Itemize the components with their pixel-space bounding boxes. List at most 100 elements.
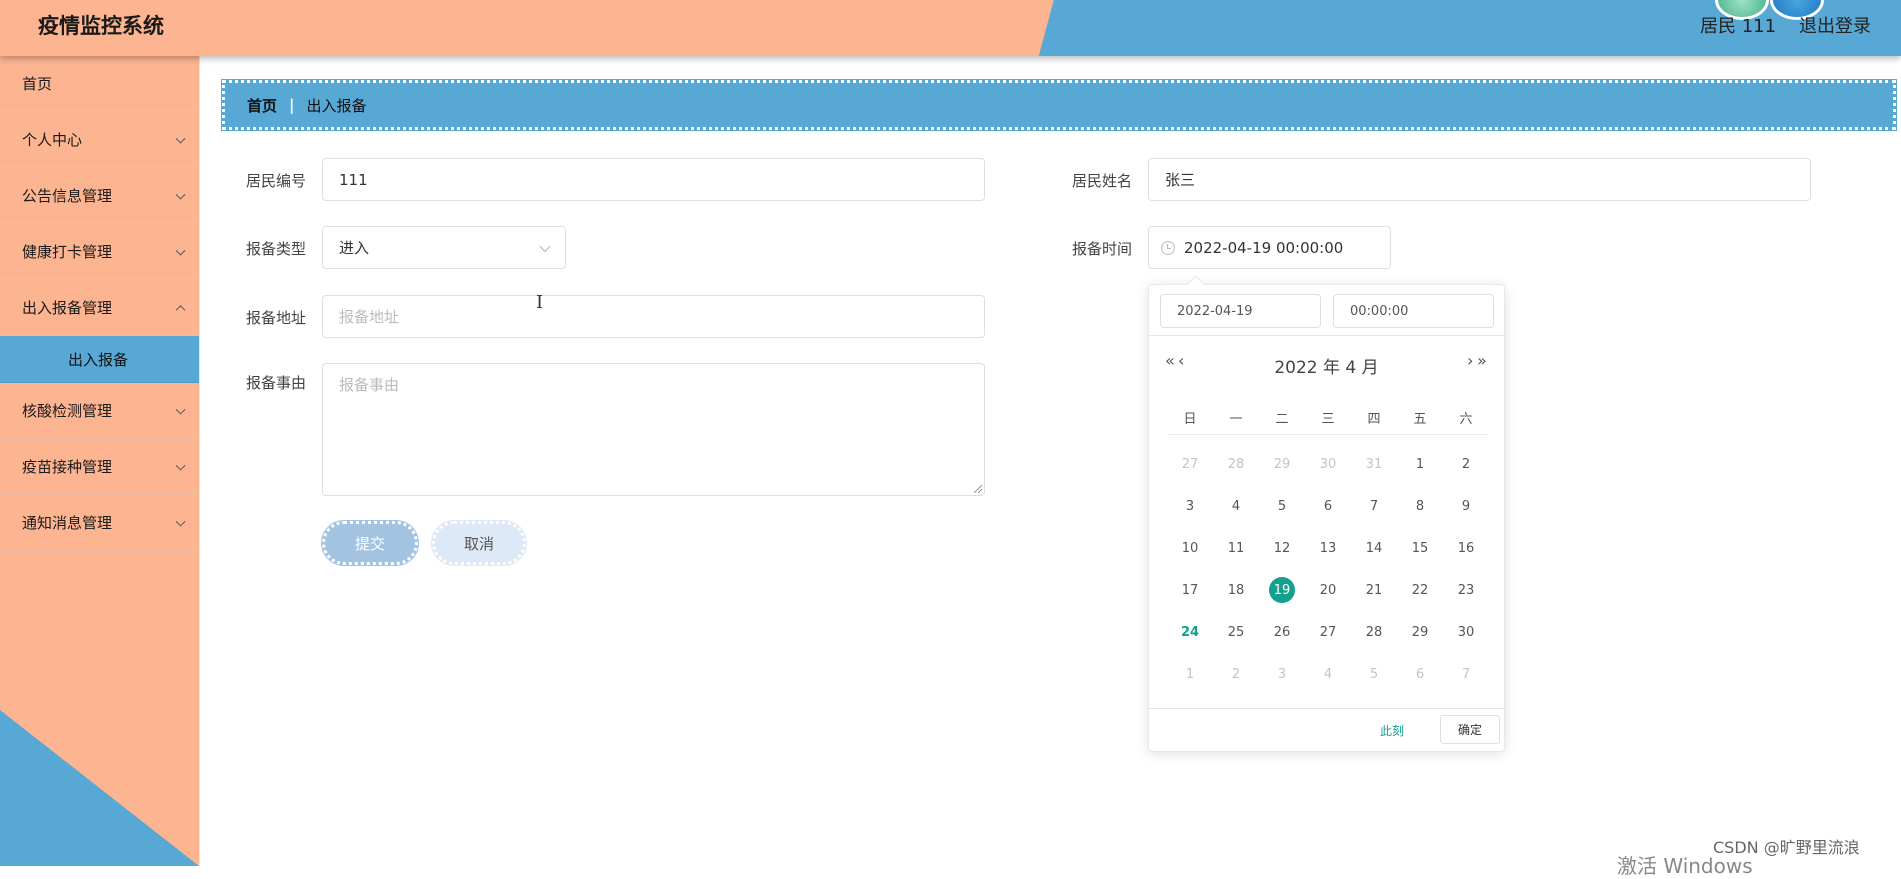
calendar-day[interactable]: 30 [1305, 443, 1351, 485]
sidebar-item-notifications[interactable]: 通知消息管理 [0, 495, 199, 551]
calendar-day[interactable]: 7 [1443, 653, 1489, 695]
weekday-label: 一 [1229, 411, 1243, 427]
sidebar-subitem-entry-exit-report[interactable]: 出入报备 [0, 336, 199, 383]
calendar-day[interactable]: 12 [1259, 527, 1305, 569]
resident-name-input[interactable]: 张三 [1148, 158, 1811, 201]
calendar-day-selected[interactable]: 19 [1259, 569, 1305, 611]
next-month-icon[interactable]: › [1467, 351, 1473, 370]
sidebar-item-announcements[interactable]: 公告信息管理 [0, 168, 199, 224]
sidebar-item-label: 疫苗接种管理 [22, 458, 113, 476]
calendar-day[interactable]: 7 [1351, 485, 1397, 527]
logout-link[interactable]: 退出登录 [1799, 12, 1871, 38]
calendar-day[interactable]: 14 [1351, 527, 1397, 569]
chevron-down-icon [175, 516, 186, 527]
calendar-day[interactable]: 2 [1443, 443, 1489, 485]
sidebar-item-home[interactable]: 首页 [0, 56, 199, 112]
calendar-day[interactable]: 10 [1167, 527, 1213, 569]
calendar-day[interactable]: 5 [1259, 485, 1305, 527]
calendar-day[interactable]: 13 [1305, 527, 1351, 569]
calendar-day[interactable]: 21 [1351, 569, 1397, 611]
calendar-day[interactable]: 30 [1443, 611, 1489, 653]
calendar-week: 24 25 26 27 28 29 30 [1167, 611, 1489, 653]
calendar-day[interactable]: 1 [1397, 443, 1443, 485]
calendar-day[interactable]: 4 [1305, 653, 1351, 695]
confirm-button[interactable]: 确定 [1440, 715, 1500, 744]
cancel-button[interactable]: 取消 [431, 520, 527, 566]
calendar-day[interactable]: 2 [1213, 653, 1259, 695]
sidebar-item-nucleic-test[interactable]: 核酸检测管理 [0, 383, 199, 439]
calendar-day[interactable]: 3 [1167, 485, 1213, 527]
resize-handle-icon[interactable] [974, 485, 982, 493]
calendar-day[interactable]: 22 [1397, 569, 1443, 611]
report-reason-textarea[interactable]: 报备事由 [322, 363, 985, 496]
calendar-day[interactable]: 28 [1351, 611, 1397, 653]
picker-time-input[interactable]: 00:00:00 [1333, 294, 1494, 328]
clock-icon [1161, 240, 1175, 255]
calendar-day[interactable]: 6 [1397, 653, 1443, 695]
calendar-day[interactable]: 25 [1213, 611, 1259, 653]
resident-name-value: 张三 [1165, 171, 1196, 189]
sidebar-item-entry-exit-mgmt[interactable]: 出入报备管理 [0, 280, 199, 336]
calendar-day[interactable]: 8 [1397, 485, 1443, 527]
report-address-placeholder: 报备地址 [339, 308, 400, 326]
csdn-watermark: CSDN @旷野里流浪 [1713, 838, 1860, 857]
sidebar-item-label: 出入报备管理 [22, 299, 113, 317]
calendar-day-today[interactable]: 24 [1167, 611, 1213, 653]
user-label: 居民 111 [1700, 16, 1777, 37]
calendar-day[interactable]: 26 [1259, 611, 1305, 653]
calendar-day[interactable]: 6 [1305, 485, 1351, 527]
calendar-day[interactable]: 28 [1213, 443, 1259, 485]
calendar-day[interactable]: 5 [1351, 653, 1397, 695]
calendar-week: 3 4 5 6 7 8 9 [1167, 485, 1489, 527]
selected-day-value: 19 [1269, 577, 1295, 603]
calendar-day[interactable]: 31 [1351, 443, 1397, 485]
calendar-day[interactable]: 11 [1213, 527, 1259, 569]
calendar-day[interactable]: 23 [1443, 569, 1489, 611]
calendar-day[interactable]: 29 [1259, 443, 1305, 485]
chevron-up-icon [175, 304, 186, 315]
resident-id-value: 111 [339, 170, 368, 189]
calendar-day[interactable]: 20 [1305, 569, 1351, 611]
weekday-label: 四 [1367, 411, 1381, 427]
chevron-down-icon [175, 460, 186, 471]
report-type-select[interactable]: 进入 [322, 226, 566, 269]
calendar-day[interactable]: 17 [1167, 569, 1213, 611]
sidebar-item-health-checkin[interactable]: 健康打卡管理 [0, 224, 199, 280]
chevron-down-icon [175, 189, 186, 200]
sidebar-item-personal-center[interactable]: 个人中心 [0, 112, 199, 168]
sidebar-item-label: 通知消息管理 [22, 514, 113, 532]
report-time-input[interactable]: 2022-04-19 00:00:00 [1148, 226, 1391, 269]
resident-id-label: 居民编号 [246, 172, 307, 190]
resident-name-label: 居民姓名 [1072, 172, 1133, 190]
calendar-day[interactable]: 18 [1213, 569, 1259, 611]
chevron-down-icon [539, 240, 551, 252]
calendar-day[interactable]: 16 [1443, 527, 1489, 569]
text-cursor-icon: I [536, 292, 544, 313]
calendar-day[interactable]: 9 [1443, 485, 1489, 527]
sidebar-item-label: 个人中心 [22, 131, 83, 149]
breadcrumb-separator: | [289, 96, 295, 114]
sidebar-decoration [0, 710, 199, 866]
calendar-day[interactable]: 27 [1305, 611, 1351, 653]
picker-date-input[interactable]: 2022-04-19 [1160, 294, 1321, 328]
calendar-day[interactable]: 15 [1397, 527, 1443, 569]
report-address-label: 报备地址 [246, 309, 307, 327]
sidebar-item-label: 健康打卡管理 [22, 243, 113, 261]
calendar-day[interactable]: 3 [1259, 653, 1305, 695]
sidebar-item-vaccination[interactable]: 疫苗接种管理 [0, 439, 199, 495]
calendar-day[interactable]: 4 [1213, 485, 1259, 527]
next-year-icon[interactable]: » [1477, 351, 1487, 370]
app-title: 疫情监控系统 [38, 14, 164, 38]
calendar-day[interactable]: 29 [1397, 611, 1443, 653]
calendar-day[interactable]: 1 [1167, 653, 1213, 695]
resident-id-input[interactable]: 111 [322, 158, 985, 201]
report-address-input[interactable]: 报备地址 [322, 295, 985, 338]
breadcrumb-home[interactable]: 首页 [247, 95, 277, 116]
sidebar-item-label: 核酸检测管理 [22, 402, 113, 420]
report-type-label: 报备类型 [246, 240, 307, 258]
weekday-header: 日 一 二 三 四 五 六 [1167, 400, 1489, 435]
report-time-value: 2022-04-19 00:00:00 [1184, 238, 1344, 257]
submit-button[interactable]: 提交 [321, 520, 419, 566]
calendar-day[interactable]: 27 [1167, 443, 1213, 485]
now-button[interactable]: 此刻 [1380, 722, 1404, 739]
